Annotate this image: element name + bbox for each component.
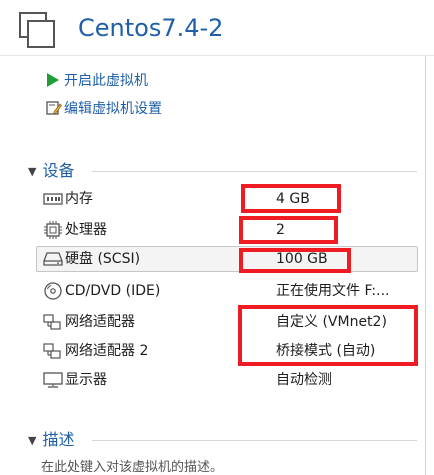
network-adapter-icon xyxy=(43,343,63,359)
device-row-memory[interactable]: 内存 4 GB xyxy=(41,187,417,211)
hard-disk-icon xyxy=(43,251,63,267)
memory-icon xyxy=(43,191,63,207)
device-name: 网络适配器 xyxy=(65,314,135,330)
display-icon xyxy=(43,372,63,388)
collapse-arrow-icon: ▼ xyxy=(28,434,37,447)
power-on-vm-label: 开启此虚拟机 xyxy=(64,73,148,89)
device-row-network-adapter[interactable]: 网络适配器 自定义 (VMnet2) xyxy=(41,310,417,334)
device-name: 显示器 xyxy=(65,372,107,388)
description-input[interactable]: 在此处键入对该虚拟机的描述。 xyxy=(41,456,223,475)
vm-title: Centos7.4-2 xyxy=(78,14,224,42)
description-section-title: 描述 xyxy=(42,430,75,449)
edit-vm-settings-label: 编辑虚拟机设置 xyxy=(64,101,162,117)
devices-section-title: 设备 xyxy=(42,161,75,180)
collapse-arrow-icon: ▼ xyxy=(28,165,37,178)
device-value: 100 GB xyxy=(276,251,328,267)
description-section-divider xyxy=(92,440,417,441)
device-name: CD/DVD (IDE) xyxy=(65,283,161,299)
devices-section-divider xyxy=(92,171,417,172)
device-name: 处理器 xyxy=(65,222,107,238)
device-name: 硬盘 (SCSI) xyxy=(65,251,141,267)
device-row-hard-disk[interactable]: 硬盘 (SCSI) 100 GB xyxy=(36,246,418,272)
device-value: 自定义 (VMnet2) xyxy=(276,314,387,330)
device-value: 4 GB xyxy=(276,191,310,207)
device-row-network-adapter-2[interactable]: 网络适配器 2 桥接模式 (自动) xyxy=(41,339,417,363)
device-value: 桥接模式 (自动) xyxy=(276,343,376,359)
device-value: 自动检测 xyxy=(276,372,332,388)
play-icon xyxy=(46,72,64,90)
device-row-processor[interactable]: 处理器 2 xyxy=(41,218,417,242)
device-row-display[interactable]: 显示器 自动检测 xyxy=(41,368,417,392)
device-row-cd-dvd[interactable]: CD/DVD (IDE) 正在使用文件 F:... xyxy=(41,279,417,303)
device-name: 网络适配器 2 xyxy=(65,343,149,359)
edit-settings-icon xyxy=(46,100,64,118)
device-name: 内存 xyxy=(65,191,93,207)
power-on-vm-link[interactable]: 开启此虚拟机 xyxy=(46,72,148,90)
edit-vm-settings-link[interactable]: 编辑虚拟机设置 xyxy=(46,100,162,118)
header-divider xyxy=(0,55,434,56)
description-section-toggle[interactable]: ▼ 描述 xyxy=(28,430,74,452)
vm-window-icon xyxy=(19,12,55,48)
cd-dvd-icon xyxy=(43,282,63,300)
devices-section-toggle[interactable]: ▼ 设备 xyxy=(28,161,74,183)
device-value: 正在使用文件 F:... xyxy=(276,283,390,299)
device-value: 2 xyxy=(276,222,285,238)
panel-border xyxy=(425,56,426,475)
network-adapter-icon xyxy=(43,314,63,330)
cpu-icon xyxy=(43,221,63,239)
